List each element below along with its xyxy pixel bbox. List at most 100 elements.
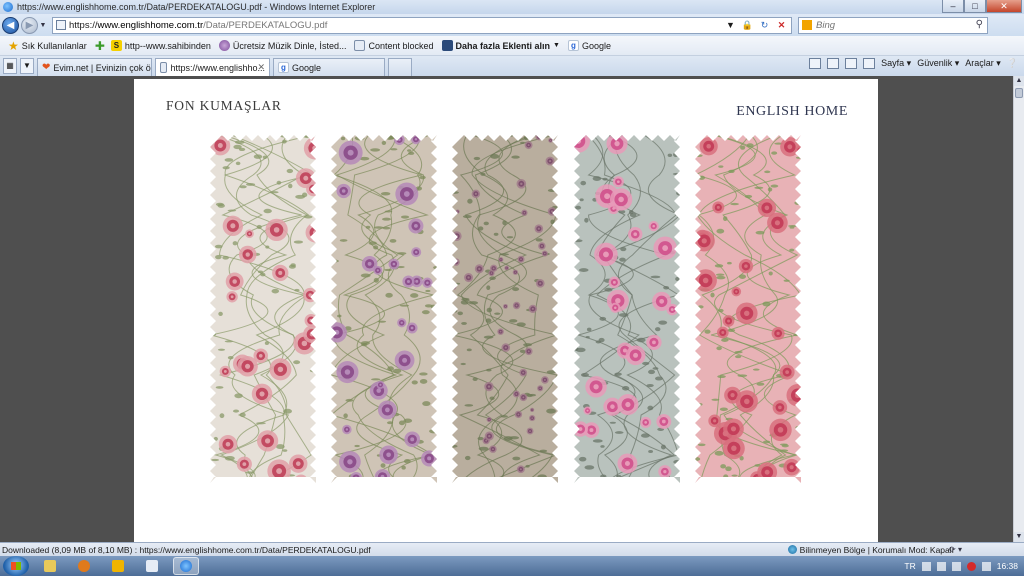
favorite-link-label: Content blocked xyxy=(368,40,434,51)
page-icon xyxy=(56,20,66,30)
pdf-brand-title: ENGLISH HOME xyxy=(736,104,848,119)
windows-taskbar: TR 16:38 xyxy=(0,556,1024,576)
addon-icon xyxy=(441,40,453,51)
arrow-left-icon: ◀ xyxy=(6,19,15,31)
favorite-link-content-blocked[interactable]: Content blocked xyxy=(354,40,434,51)
tab-evim[interactable]: ❤ Evim.net | Evinizin çok özel... xyxy=(37,58,152,76)
tab-close-icon[interactable]: ✕ xyxy=(257,62,265,73)
tab-englishhome[interactable]: https://www.englishho... ✕ xyxy=(155,58,270,76)
scroll-up-arrow[interactable]: ▲ xyxy=(1014,76,1024,86)
favorite-link-sahibinden[interactable]: S http--www.sahibinden xyxy=(110,40,211,51)
page-icon xyxy=(160,62,168,73)
scroll-thumb[interactable] xyxy=(1015,88,1023,98)
tray-expand-icon[interactable] xyxy=(921,561,931,571)
favorite-link-google[interactable]: g Google xyxy=(567,40,611,51)
address-url[interactable]: https://www.englishhome.com.tr/Data/PERD… xyxy=(69,20,327,31)
search-box[interactable]: ⚲ xyxy=(798,16,988,34)
start-button[interactable] xyxy=(3,556,29,576)
navigation-bar: ◀ ▶ ▼ https://www.englishhome.com.tr/Dat… xyxy=(0,14,1024,36)
status-text: Downloaded (8,09 MB of 8,10 MB) : https:… xyxy=(2,544,371,555)
vertical-scrollbar[interactable]: ▲ ▼ xyxy=(1013,76,1024,542)
taskbar-media-player[interactable] xyxy=(71,557,97,575)
stop-icon[interactable]: ✕ xyxy=(775,19,788,32)
clock[interactable]: 16:38 xyxy=(997,561,1018,571)
antivirus-icon[interactable] xyxy=(966,561,976,571)
refresh-icon[interactable]: ↻ xyxy=(758,19,771,32)
volume-icon[interactable] xyxy=(981,561,991,571)
outlook-icon xyxy=(112,560,124,572)
window-controls: – □ ✕ xyxy=(942,0,1022,13)
document-icon xyxy=(146,560,158,572)
favorite-link-music[interactable]: Ücretsiz Müzik Dinle, İsted... xyxy=(218,40,347,51)
security-zone[interactable]: Bilinmeyen Bölge | Korumalı Mod: Kapalı xyxy=(787,545,954,555)
help-icon[interactable]: ❔ xyxy=(1007,58,1018,69)
url-scheme: https:// xyxy=(69,19,98,31)
fabric-swatch-2 xyxy=(331,135,437,483)
language-indicator[interactable]: TR xyxy=(904,561,915,571)
network-icon[interactable] xyxy=(951,561,961,571)
quick-tabs-icon[interactable]: ▦ xyxy=(3,58,17,74)
address-bar[interactable]: https://www.englishhome.com.tr/Data/PERD… xyxy=(52,16,792,34)
taskbar-explorer[interactable] xyxy=(37,557,63,575)
flag-icon[interactable] xyxy=(936,561,946,571)
heart-icon: ❤ xyxy=(42,62,51,73)
fabric-swatch-4 xyxy=(574,135,680,483)
system-tray: TR 16:38 xyxy=(904,561,1018,571)
page-icon xyxy=(354,40,366,51)
globe-icon xyxy=(787,545,797,554)
add-favorite-icon[interactable]: ✚ xyxy=(95,39,105,53)
forward-button[interactable]: ▶ xyxy=(21,16,38,34)
music-icon xyxy=(218,40,230,51)
home-icon[interactable] xyxy=(809,58,822,69)
new-tab-button[interactable] xyxy=(388,58,412,76)
google-icon: g xyxy=(278,62,289,73)
window-title-bar: https://www.englishhome.com.tr/Data/PERD… xyxy=(0,0,1024,14)
tools-menu-label: Araçlar xyxy=(965,58,994,68)
command-bar: Sayfa ▾ Güvenlik ▾ Araçlar ▾ ❔ xyxy=(809,58,1018,69)
rss-feed-icon[interactable] xyxy=(827,58,840,69)
mail-icon[interactable] xyxy=(845,58,858,69)
tab-label: Evim.net | Evinizin çok özel... xyxy=(53,62,151,73)
tab-list-icon[interactable]: ▼ xyxy=(20,58,34,74)
tab-bar: ▦ ▼ ❤ Evim.net | Evinizin çok özel... ht… xyxy=(0,56,1024,76)
print-icon[interactable] xyxy=(863,58,876,69)
taskbar-outlook[interactable] xyxy=(105,557,131,575)
star-icon: ★ xyxy=(8,38,19,53)
zoom-control[interactable]: ⟳ ▾ xyxy=(949,545,962,554)
back-button[interactable]: ◀ xyxy=(2,16,19,34)
tab-label: Google xyxy=(292,62,322,73)
favorite-link-label: Ücretsiz Müzik Dinle, İsted... xyxy=(232,40,347,51)
page-menu-label: Sayfa xyxy=(881,58,905,68)
address-dropdown-icon[interactable]: ▼ xyxy=(724,19,737,32)
arrow-right-icon: ▶ xyxy=(25,19,34,31)
minimize-button[interactable]: – xyxy=(942,0,964,13)
lock-icon[interactable]: 🔒 xyxy=(741,19,754,32)
safety-menu[interactable]: Güvenlik ▾ xyxy=(917,58,959,69)
safety-menu-label: Güvenlik xyxy=(917,58,953,68)
status-bar: Downloaded (8,09 MB of 8,10 MB) : https:… xyxy=(0,542,1024,556)
page-menu[interactable]: Sayfa ▾ xyxy=(881,58,911,69)
chevron-down-icon: ▼ xyxy=(553,42,560,49)
fabric-swatch-3 xyxy=(452,135,558,483)
tab-label: https://www.englishho... xyxy=(170,62,265,73)
sahibinden-icon: S xyxy=(110,40,122,51)
internet-explorer-icon xyxy=(3,2,13,12)
tools-menu[interactable]: Araçlar ▾ xyxy=(965,58,1001,69)
tab-google[interactable]: g Google xyxy=(273,58,385,76)
fabric-swatch-5 xyxy=(695,135,801,483)
close-button[interactable]: ✕ xyxy=(986,0,1022,13)
maximize-button[interactable]: □ xyxy=(964,0,986,13)
url-host: www.englishhome.com.tr xyxy=(97,19,204,31)
scroll-down-arrow[interactable]: ▼ xyxy=(1014,532,1024,542)
favorites-button[interactable]: ★ Sık Kullanılanlar xyxy=(8,39,87,53)
internet-explorer-icon xyxy=(180,560,192,572)
media-player-icon xyxy=(78,560,90,572)
search-icon[interactable]: ⚲ xyxy=(976,19,983,30)
search-input[interactable] xyxy=(816,19,966,31)
fabric-swatch-1 xyxy=(210,135,316,483)
recent-pages-dropdown[interactable]: ▼ xyxy=(38,22,48,29)
folder-icon xyxy=(44,560,56,572)
favorite-link-addons[interactable]: Daha fazla Eklenti alın ▼ xyxy=(441,40,560,51)
taskbar-document[interactable] xyxy=(139,557,165,575)
taskbar-internet-explorer[interactable] xyxy=(173,557,199,575)
